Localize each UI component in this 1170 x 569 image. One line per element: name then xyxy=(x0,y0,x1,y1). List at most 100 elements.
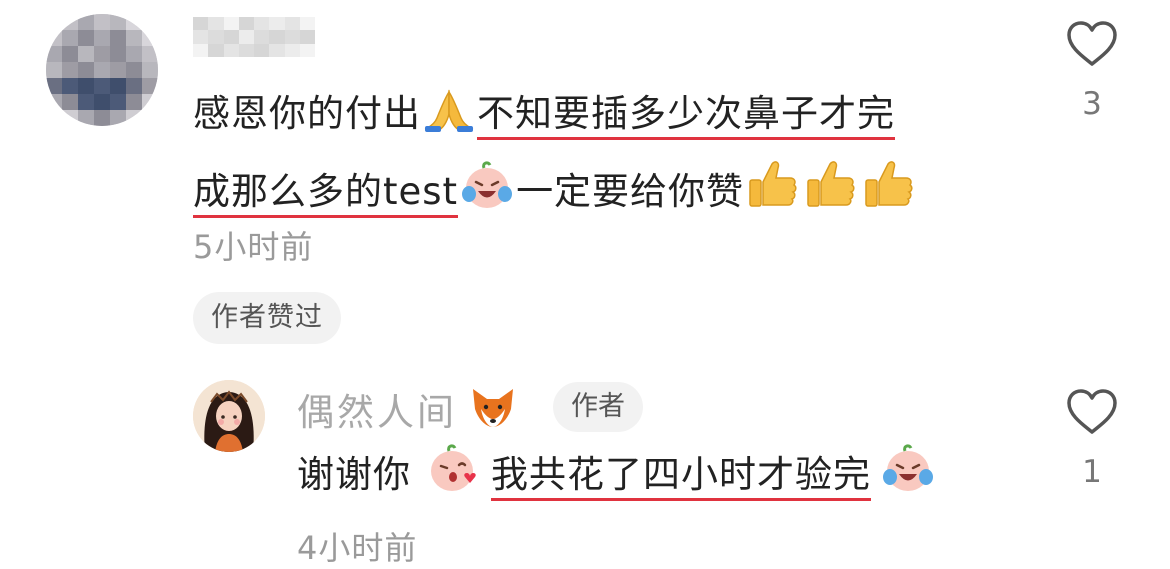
comment-text-outro: 一定要给你赞 xyxy=(516,170,745,213)
username-pixel xyxy=(208,30,224,44)
username-pixel xyxy=(208,17,224,31)
username-pixel xyxy=(238,30,254,44)
avatar-pixel xyxy=(126,14,142,30)
avatar-pixel xyxy=(126,62,142,78)
avatar-pixel xyxy=(142,94,158,110)
username-pixel xyxy=(269,17,285,31)
avatar-pixel xyxy=(78,30,94,46)
username-pixel xyxy=(254,30,270,44)
author-liked-badge: 作者赞过 xyxy=(193,292,341,344)
pray-emoji xyxy=(423,84,475,156)
username-pixel xyxy=(284,43,300,57)
avatar-pixel xyxy=(110,62,126,78)
username-pixel xyxy=(254,17,270,31)
avatar-pixel xyxy=(142,110,158,126)
heart-icon[interactable] xyxy=(1065,20,1119,68)
reply-body: 谢谢你 我共花了四小时才验完 xyxy=(297,440,1017,516)
avatar-pixel xyxy=(142,46,158,62)
avatar-pixel xyxy=(110,14,126,30)
comment-body: 感恩你的付出 不知要插多少次鼻子才完 成那么多的test 一定要给你赞 xyxy=(193,78,993,234)
avatar-pixel xyxy=(78,14,94,30)
avatar-pixel xyxy=(110,110,126,126)
thumbs-up-emoji xyxy=(746,158,800,234)
thumbs-up-emoji xyxy=(804,158,858,234)
avatar-pixel xyxy=(126,30,142,46)
avatar-pixel xyxy=(46,62,62,78)
username-pixel xyxy=(254,43,270,57)
reply-highlight: 我共花了四小时才验完 xyxy=(491,453,871,501)
avatar-pixel xyxy=(62,46,78,62)
avatar-pixel xyxy=(46,46,62,62)
avatar-pixel xyxy=(62,78,78,94)
avatar-pixel xyxy=(46,78,62,94)
username-pixel xyxy=(269,43,285,57)
avatar-pixel xyxy=(126,46,142,62)
comment-like-control[interactable]: 3 xyxy=(1062,20,1122,122)
crying-laughing-peach-emoji xyxy=(460,160,514,234)
avatar-pixel xyxy=(94,94,110,110)
avatar-pixel xyxy=(94,46,110,62)
reply-like-control[interactable]: 1 xyxy=(1062,388,1122,490)
comment-like-count: 3 xyxy=(1082,86,1102,122)
username-pixel xyxy=(284,30,300,44)
avatar-pixel xyxy=(126,94,142,110)
avatar-pixel xyxy=(110,30,126,46)
avatar-pixel xyxy=(94,110,110,126)
avatar-pixel xyxy=(142,30,158,46)
username-pixel xyxy=(193,17,209,31)
avatar-pixel xyxy=(62,30,78,46)
username-pixel xyxy=(223,17,239,31)
avatar-pixel xyxy=(126,110,142,126)
author-avatar[interactable] xyxy=(193,380,265,452)
username-pixel xyxy=(299,17,315,31)
avatar-pixel xyxy=(142,62,158,78)
avatar-pixel xyxy=(78,62,94,78)
avatar-pixel xyxy=(110,46,126,62)
heart-icon[interactable] xyxy=(1065,388,1119,436)
comment-timestamp: 5小时前 xyxy=(193,228,314,266)
username-pixel xyxy=(238,17,254,31)
reply-username[interactable]: 偶然人间 xyxy=(297,382,519,440)
reply-timestamp: 4小时前 xyxy=(297,529,418,567)
username-pixel xyxy=(299,30,315,44)
username-pixel xyxy=(193,30,209,44)
avatar-pixel xyxy=(46,14,62,30)
avatar-pixel xyxy=(142,78,158,94)
avatar-pixel xyxy=(62,110,78,126)
avatar-pixel xyxy=(110,78,126,94)
commenter-username-blurred[interactable] xyxy=(193,17,315,57)
author-badge: 作者 xyxy=(553,382,643,432)
avatar-pixel xyxy=(94,14,110,30)
avatar-pixel xyxy=(46,110,62,126)
username-pixel xyxy=(284,17,300,31)
reply-username-text[interactable]: 偶然人间 xyxy=(297,391,457,434)
comment-text-intro: 感恩你的付出 xyxy=(193,92,421,135)
avatar-pixel xyxy=(78,94,94,110)
avatar-pixel xyxy=(62,62,78,78)
avatar-pixel xyxy=(94,78,110,94)
username-pixel xyxy=(299,43,315,57)
avatar-pixel xyxy=(110,94,126,110)
avatar-pixel xyxy=(126,78,142,94)
comment-highlight-2: 成那么多的test xyxy=(193,170,459,218)
avatar-pixel xyxy=(78,78,94,94)
reply-text-intro: 谢谢你 xyxy=(297,453,411,496)
comment-highlight-1: 不知要插多少次鼻子才完 xyxy=(477,92,895,140)
username-pixel xyxy=(223,43,239,57)
commenter-avatar-blurred[interactable] xyxy=(46,14,158,126)
fox-emoji xyxy=(469,385,517,440)
avatar-pixel xyxy=(78,110,94,126)
username-pixel xyxy=(193,43,209,57)
username-pixel xyxy=(238,43,254,57)
avatar-pixel xyxy=(142,14,158,30)
avatar-pixel xyxy=(78,46,94,62)
avatar-pixel xyxy=(62,14,78,30)
avatar-pixel xyxy=(94,30,110,46)
comment-thread: 感恩你的付出 不知要插多少次鼻子才完 成那么多的test 一定要给你赞 5小时前… xyxy=(0,0,1170,569)
username-pixel xyxy=(223,30,239,44)
avatar-pixel xyxy=(62,94,78,110)
avatar-pixel xyxy=(46,30,62,46)
username-pixel xyxy=(208,43,224,57)
avatar-pixel xyxy=(94,62,110,78)
reply-like-count: 1 xyxy=(1082,454,1102,490)
